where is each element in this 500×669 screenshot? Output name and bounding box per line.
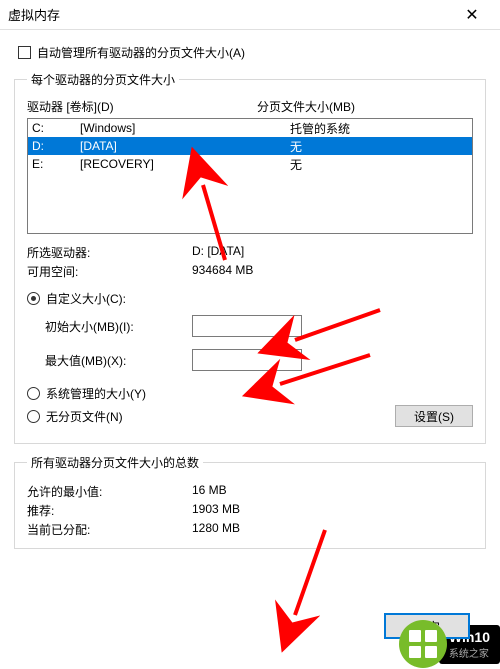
max-size-row: 最大值(MB)(X): [45, 349, 473, 371]
min-value: 16 MB [192, 483, 227, 500]
drive-list-empty-space [28, 173, 472, 233]
selected-drive-value: D: [DATA] [192, 244, 244, 261]
min-row: 允许的最小值: 16 MB [27, 483, 473, 500]
drive-label: [Windows] [80, 121, 290, 135]
rec-label: 推荐: [27, 502, 192, 519]
drive-list-header: 驱动器 [卷标](D) 分页文件大小(MB) [27, 98, 473, 115]
custom-size-radio[interactable] [27, 292, 40, 305]
initial-size-input[interactable] [192, 315, 302, 337]
cur-value: 1280 MB [192, 521, 240, 538]
custom-size-radio-row[interactable]: 自定义大小(C): [27, 290, 473, 307]
system-managed-label: 系统管理的大小(Y) [46, 385, 146, 402]
initial-size-row: 初始大小(MB)(I): [45, 315, 473, 337]
drive-pagefile: 托管的系统 [290, 120, 468, 137]
window-title: 虚拟内存 [8, 5, 452, 24]
initial-size-label: 初始大小(MB)(I): [45, 318, 192, 335]
cur-row: 当前已分配: 1280 MB [27, 521, 473, 538]
no-pagefile-label: 无分页文件(N) [46, 408, 123, 425]
watermark: Win10 系统之家 [399, 619, 500, 669]
drive-list[interactable]: C: [Windows] 托管的系统 D: [DATA] 无 E: [RECOV… [27, 118, 473, 234]
selected-drive-label: 所选驱动器: [27, 244, 192, 261]
per-drive-fieldset: 每个驱动器的分页文件大小 驱动器 [卷标](D) 分页文件大小(MB) C: [… [14, 71, 486, 444]
drive-pagefile: 无 [290, 138, 468, 155]
system-managed-radio-row[interactable]: 系统管理的大小(Y) [27, 385, 473, 402]
watermark-logo-icon [399, 620, 447, 668]
selected-drive-row: 所选驱动器: D: [DATA] [27, 244, 473, 261]
custom-size-label: 自定义大小(C): [46, 290, 126, 307]
free-space-row: 可用空间: 934684 MB [27, 263, 473, 280]
rec-row: 推荐: 1903 MB [27, 502, 473, 519]
drive-label: [RECOVERY] [80, 157, 290, 171]
max-size-label: 最大值(MB)(X): [45, 352, 192, 369]
drive-row-c[interactable]: C: [Windows] 托管的系统 [28, 119, 472, 137]
no-pagefile-radio[interactable] [27, 410, 40, 423]
drive-label: [DATA] [80, 139, 290, 153]
max-size-input[interactable] [192, 349, 302, 371]
drive-column-header: 驱动器 [卷标](D) [27, 98, 257, 115]
system-managed-radio[interactable] [27, 387, 40, 400]
drive-letter: E: [32, 157, 80, 171]
total-fieldset: 所有驱动器分页文件大小的总数 允许的最小值: 16 MB 推荐: 1903 MB… [14, 454, 486, 549]
watermark-line2: 系统之家 [449, 645, 490, 660]
drive-row-e[interactable]: E: [RECOVERY] 无 [28, 155, 472, 173]
auto-manage-checkbox[interactable] [18, 46, 31, 59]
close-icon[interactable]: ✕ [452, 0, 492, 30]
set-button[interactable]: 设置(S) [395, 405, 473, 427]
total-legend: 所有驱动器分页文件大小的总数 [27, 454, 203, 471]
dialog-content: 自动管理所有驱动器的分页文件大小(A) 每个驱动器的分页文件大小 驱动器 [卷标… [0, 30, 500, 573]
drive-pagefile: 无 [290, 156, 468, 173]
drive-letter: D: [32, 139, 80, 153]
watermark-line1: Win10 [449, 629, 490, 645]
cur-label: 当前已分配: [27, 521, 192, 538]
auto-manage-row[interactable]: 自动管理所有驱动器的分页文件大小(A) [14, 44, 486, 61]
pagefile-column-header: 分页文件大小(MB) [257, 98, 355, 115]
watermark-text: Win10 系统之家 [439, 625, 500, 664]
min-label: 允许的最小值: [27, 483, 192, 500]
drive-row-d[interactable]: D: [DATA] 无 [28, 137, 472, 155]
free-space-label: 可用空间: [27, 263, 192, 280]
titlebar: 虚拟内存 ✕ [0, 0, 500, 30]
per-drive-legend: 每个驱动器的分页文件大小 [27, 71, 179, 88]
drive-letter: C: [32, 121, 80, 135]
rec-value: 1903 MB [192, 502, 240, 519]
auto-manage-label: 自动管理所有驱动器的分页文件大小(A) [37, 44, 245, 61]
free-space-value: 934684 MB [192, 263, 253, 280]
